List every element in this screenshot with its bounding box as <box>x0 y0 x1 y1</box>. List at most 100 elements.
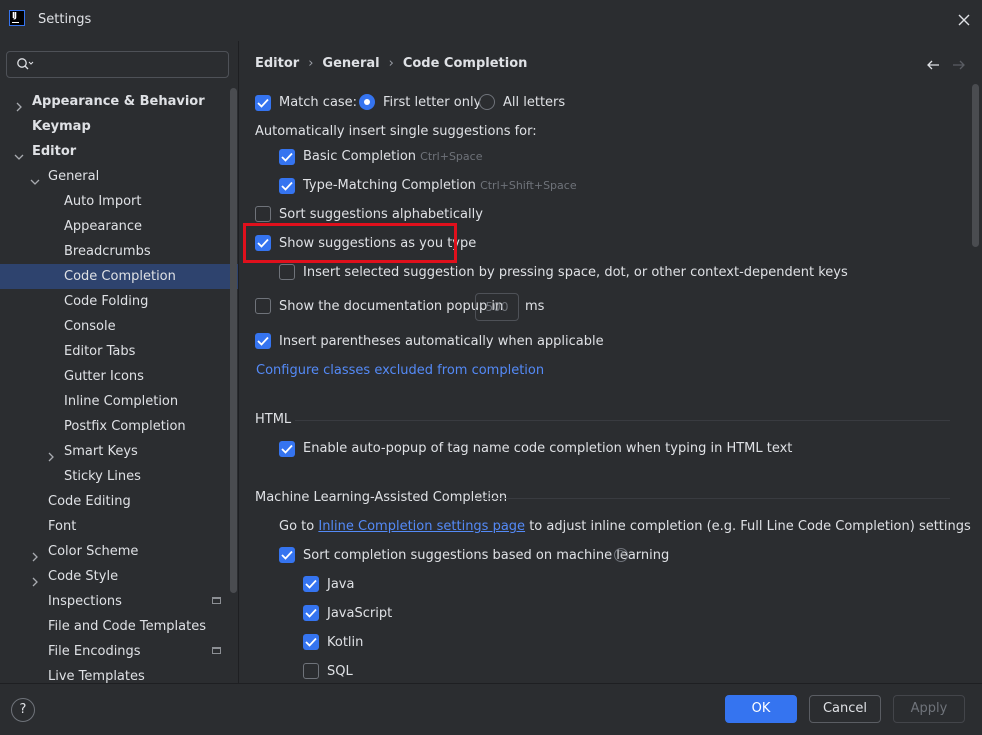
all-letters-label: All letters <box>503 95 566 110</box>
section-divider <box>474 498 950 499</box>
sidebar-item-console[interactable]: Console <box>0 314 238 339</box>
search-input[interactable] <box>6 51 229 78</box>
section-divider <box>295 420 950 421</box>
sidebar-item-file-encodings[interactable]: File Encodings <box>0 639 238 664</box>
match-case-checkbox[interactable] <box>255 95 271 111</box>
insert-selected-checkbox[interactable] <box>279 264 295 280</box>
sidebar-item-code-completion[interactable]: Code Completion <box>0 264 238 289</box>
ml-lang-kotlin-label: Kotlin <box>327 635 364 650</box>
sidebar-item-general[interactable]: General <box>0 164 238 189</box>
breadcrumb-separator-icon: › <box>308 56 314 71</box>
sidebar-item-label: Sticky Lines <box>64 469 141 484</box>
ml-lang-sql-label: SQL <box>327 664 353 679</box>
sort-alpha-checkbox[interactable] <box>255 206 271 222</box>
first-letter-radio[interactable] <box>359 94 375 110</box>
sidebar-item-color-scheme[interactable]: Color Scheme <box>0 539 238 564</box>
sidebar-item-sticky-lines[interactable]: Sticky Lines <box>0 464 238 489</box>
page-icon <box>212 597 221 604</box>
close-icon[interactable] <box>956 12 972 28</box>
sidebar-item-font[interactable]: Font <box>0 514 238 539</box>
html-autopopup-checkbox[interactable] <box>279 441 295 457</box>
ok-button[interactable]: OK <box>725 695 797 723</box>
chevron-right-icon[interactable] <box>46 446 56 462</box>
forward-arrow-icon[interactable] <box>951 57 967 77</box>
html-section-title: HTML <box>255 412 292 427</box>
ml-goto-text: Go to Inline Completion settings page to… <box>279 519 971 534</box>
sidebar-item-inspections[interactable]: Inspections <box>0 589 238 614</box>
sidebar-item-label: Code Completion <box>64 269 176 284</box>
type-matching-checkbox[interactable] <box>279 178 295 194</box>
apply-button[interactable]: Apply <box>893 695 965 723</box>
sidebar-item-label: Editor <box>32 144 77 159</box>
ml-lang-java-checkbox[interactable] <box>303 576 319 592</box>
highlight-box <box>243 223 457 263</box>
sidebar-item-label: Code Folding <box>64 294 149 309</box>
doc-popup-delay-input[interactable]: 500 <box>475 293 519 321</box>
sidebar-item-label: Appearance <box>64 219 143 234</box>
shortcut-hint: Ctrl+Shift+Space <box>480 179 577 192</box>
chevron-right-icon[interactable] <box>30 546 40 562</box>
sidebar-item-label: Editor Tabs <box>64 344 136 359</box>
cancel-button[interactable]: Cancel <box>809 695 881 723</box>
basic-completion-label: Basic Completion Ctrl+Space <box>303 149 482 164</box>
sidebar-item-label: Gutter Icons <box>64 369 144 384</box>
sidebar-item-label: Smart Keys <box>64 444 138 459</box>
all-letters-radio[interactable] <box>479 94 495 110</box>
ml-section-title: Machine Learning-Assisted Completion <box>255 490 508 505</box>
sidebar-item-appearance-behavior[interactable]: Appearance & Behavior <box>0 89 238 114</box>
sidebar-item-code-style[interactable]: Code Style <box>0 564 238 589</box>
doc-popup-checkbox[interactable] <box>255 298 271 314</box>
configure-excluded-link[interactable]: Configure classes excluded from completi… <box>256 363 544 378</box>
insert-parens-checkbox[interactable] <box>255 333 271 349</box>
sidebar-item-label: Code Style <box>48 569 119 584</box>
ml-lang-javascript-label: JavaScript <box>327 606 393 621</box>
breadcrumb-item: Code Completion <box>402 56 528 71</box>
sidebar-item-inline-completion[interactable]: Inline Completion <box>0 389 238 414</box>
chevron-down-icon[interactable] <box>30 171 40 185</box>
doc-popup-unit: ms <box>525 299 545 314</box>
sidebar-item-auto-import[interactable]: Auto Import <box>0 189 238 214</box>
sidebar-item-code-folding[interactable]: Code Folding <box>0 289 238 314</box>
sidebar-item-postfix-completion[interactable]: Postfix Completion <box>0 414 238 439</box>
sidebar-item-label: Inspections <box>48 594 122 609</box>
search-icon <box>16 57 34 75</box>
help-button[interactable]: ? <box>11 698 35 722</box>
back-arrow-icon[interactable] <box>925 57 941 77</box>
first-letter-label: First letter only <box>383 95 482 110</box>
ml-sort-checkbox[interactable] <box>279 547 295 563</box>
ml-goto-suffix: to adjust inline completion (e.g. Full L… <box>529 519 971 534</box>
chevron-right-icon[interactable] <box>14 96 24 112</box>
sidebar-item-appearance[interactable]: Appearance <box>0 214 238 239</box>
sidebar-item-editor[interactable]: Editor <box>0 139 238 164</box>
sidebar-scrollbar[interactable] <box>230 88 237 593</box>
chevron-right-icon[interactable] <box>30 571 40 587</box>
help-icon[interactable]: ? <box>614 548 628 562</box>
inline-completion-settings-link[interactable]: Inline Completion settings page <box>318 519 525 534</box>
sort-alpha-label: Sort suggestions alphabetically <box>279 207 483 222</box>
sidebar-item-label: Color Scheme <box>48 544 139 559</box>
sidebar-item-file-and-code-templates[interactable]: File and Code Templates <box>0 614 238 639</box>
chevron-down-icon[interactable] <box>14 146 24 160</box>
sidebar-item-breadcrumbs[interactable]: Breadcrumbs <box>0 239 238 264</box>
sidebar-item-keymap[interactable]: Keymap <box>0 114 238 139</box>
type-matching-label: Type-Matching Completion Ctrl+Shift+Spac… <box>303 178 577 193</box>
sidebar-item-smart-keys[interactable]: Smart Keys <box>0 439 238 464</box>
sidebar-item-code-editing[interactable]: Code Editing <box>0 489 238 514</box>
basic-completion-checkbox[interactable] <box>279 149 295 165</box>
sidebar-item-label: General <box>48 169 100 184</box>
sidebar-item-gutter-icons[interactable]: Gutter Icons <box>0 364 238 389</box>
sidebar-item-label: Postfix Completion <box>64 419 186 434</box>
basic-completion-text: Basic Completion <box>303 149 417 164</box>
page-icon <box>212 647 221 654</box>
ml-lang-sql-checkbox[interactable] <box>303 663 319 679</box>
ml-lang-kotlin-checkbox[interactable] <box>303 634 319 650</box>
sidebar-item-label: Breadcrumbs <box>64 244 151 259</box>
sidebar-item-editor-tabs[interactable]: Editor Tabs <box>0 339 238 364</box>
breadcrumb-item[interactable]: General <box>322 56 379 71</box>
ml-lang-javascript-checkbox[interactable] <box>303 605 319 621</box>
auto-insert-heading: Automatically insert single suggestions … <box>255 124 537 139</box>
sidebar-item-label: Appearance & Behavior <box>32 94 205 109</box>
sidebar-item-label: File Encodings <box>48 644 141 659</box>
content-scrollbar[interactable] <box>972 84 979 247</box>
breadcrumb-item[interactable]: Editor <box>255 56 299 71</box>
